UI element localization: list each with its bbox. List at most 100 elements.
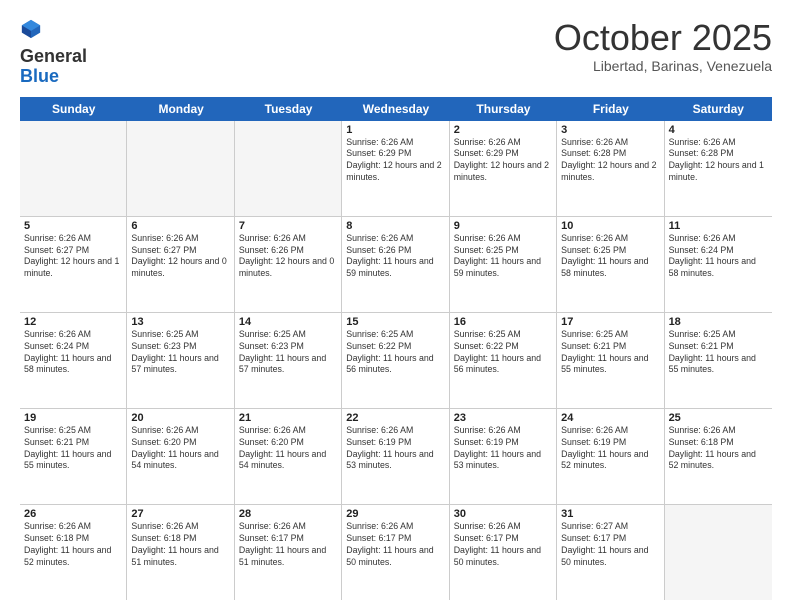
logo-text: General Blue — [20, 47, 87, 87]
cell-info: Sunrise: 6:25 AM Sunset: 6:22 PM Dayligh… — [346, 329, 444, 377]
day-number: 29 — [346, 508, 444, 520]
cell-info: Sunrise: 6:26 AM Sunset: 6:20 PM Dayligh… — [239, 425, 337, 473]
cell-info: Sunrise: 6:26 AM Sunset: 6:18 PM Dayligh… — [669, 425, 768, 473]
cell-info: Sunrise: 6:25 AM Sunset: 6:23 PM Dayligh… — [131, 329, 229, 377]
calendar-cell — [235, 121, 342, 216]
logo-blue: Blue — [20, 66, 59, 86]
cell-info: Sunrise: 6:26 AM Sunset: 6:29 PM Dayligh… — [454, 137, 552, 185]
calendar-cell — [665, 505, 772, 600]
cell-info: Sunrise: 6:26 AM Sunset: 6:19 PM Dayligh… — [346, 425, 444, 473]
cell-info: Sunrise: 6:26 AM Sunset: 6:24 PM Dayligh… — [24, 329, 122, 377]
day-header-saturday: Saturday — [665, 97, 772, 121]
calendar-cell: 4Sunrise: 6:26 AM Sunset: 6:28 PM Daylig… — [665, 121, 772, 216]
calendar-body: 1Sunrise: 6:26 AM Sunset: 6:29 PM Daylig… — [20, 121, 772, 600]
calendar-cell: 26Sunrise: 6:26 AM Sunset: 6:18 PM Dayli… — [20, 505, 127, 600]
calendar-cell: 20Sunrise: 6:26 AM Sunset: 6:20 PM Dayli… — [127, 409, 234, 504]
calendar-cell: 23Sunrise: 6:26 AM Sunset: 6:19 PM Dayli… — [450, 409, 557, 504]
calendar-cell: 14Sunrise: 6:25 AM Sunset: 6:23 PM Dayli… — [235, 313, 342, 408]
day-number: 31 — [561, 508, 659, 520]
day-header-wednesday: Wednesday — [342, 97, 449, 121]
day-header-monday: Monday — [127, 97, 234, 121]
calendar-cell: 28Sunrise: 6:26 AM Sunset: 6:17 PM Dayli… — [235, 505, 342, 600]
logo-general: General — [20, 46, 87, 66]
cell-info: Sunrise: 6:26 AM Sunset: 6:17 PM Dayligh… — [239, 521, 337, 569]
cell-info: Sunrise: 6:26 AM Sunset: 6:28 PM Dayligh… — [669, 137, 768, 185]
cell-info: Sunrise: 6:26 AM Sunset: 6:17 PM Dayligh… — [454, 521, 552, 569]
calendar-cell: 31Sunrise: 6:27 AM Sunset: 6:17 PM Dayli… — [557, 505, 664, 600]
general-blue-icon — [20, 18, 42, 40]
calendar-cell: 17Sunrise: 6:25 AM Sunset: 6:21 PM Dayli… — [557, 313, 664, 408]
calendar-cell: 29Sunrise: 6:26 AM Sunset: 6:17 PM Dayli… — [342, 505, 449, 600]
calendar-cell: 18Sunrise: 6:25 AM Sunset: 6:21 PM Dayli… — [665, 313, 772, 408]
day-header-sunday: Sunday — [20, 97, 127, 121]
cell-info: Sunrise: 6:26 AM Sunset: 6:19 PM Dayligh… — [454, 425, 552, 473]
calendar-cell: 7Sunrise: 6:26 AM Sunset: 6:26 PM Daylig… — [235, 217, 342, 312]
cell-info: Sunrise: 6:26 AM Sunset: 6:25 PM Dayligh… — [454, 233, 552, 281]
day-number: 6 — [131, 220, 229, 232]
cell-info: Sunrise: 6:26 AM Sunset: 6:24 PM Dayligh… — [669, 233, 768, 281]
cell-info: Sunrise: 6:26 AM Sunset: 6:20 PM Dayligh… — [131, 425, 229, 473]
calendar-cell: 10Sunrise: 6:26 AM Sunset: 6:25 PM Dayli… — [557, 217, 664, 312]
day-number: 25 — [669, 412, 768, 424]
cell-info: Sunrise: 6:26 AM Sunset: 6:26 PM Dayligh… — [346, 233, 444, 281]
calendar-cell: 3Sunrise: 6:26 AM Sunset: 6:28 PM Daylig… — [557, 121, 664, 216]
cell-info: Sunrise: 6:26 AM Sunset: 6:19 PM Dayligh… — [561, 425, 659, 473]
calendar-cell: 8Sunrise: 6:26 AM Sunset: 6:26 PM Daylig… — [342, 217, 449, 312]
calendar-row-0: 1Sunrise: 6:26 AM Sunset: 6:29 PM Daylig… — [20, 121, 772, 217]
calendar-cell — [127, 121, 234, 216]
day-number: 12 — [24, 316, 122, 328]
calendar-cell: 11Sunrise: 6:26 AM Sunset: 6:24 PM Dayli… — [665, 217, 772, 312]
calendar-cell: 30Sunrise: 6:26 AM Sunset: 6:17 PM Dayli… — [450, 505, 557, 600]
calendar-row-1: 5Sunrise: 6:26 AM Sunset: 6:27 PM Daylig… — [20, 217, 772, 313]
day-number: 15 — [346, 316, 444, 328]
calendar-cell: 27Sunrise: 6:26 AM Sunset: 6:18 PM Dayli… — [127, 505, 234, 600]
cell-info: Sunrise: 6:26 AM Sunset: 6:18 PM Dayligh… — [24, 521, 122, 569]
cell-info: Sunrise: 6:26 AM Sunset: 6:29 PM Dayligh… — [346, 137, 444, 185]
calendar-header: SundayMondayTuesdayWednesdayThursdayFrid… — [20, 97, 772, 121]
calendar-cell: 25Sunrise: 6:26 AM Sunset: 6:18 PM Dayli… — [665, 409, 772, 504]
calendar-cell: 22Sunrise: 6:26 AM Sunset: 6:19 PM Dayli… — [342, 409, 449, 504]
header: General Blue October 2025 Libertad, Bari… — [20, 18, 772, 87]
calendar-cell: 21Sunrise: 6:26 AM Sunset: 6:20 PM Dayli… — [235, 409, 342, 504]
cell-info: Sunrise: 6:26 AM Sunset: 6:27 PM Dayligh… — [131, 233, 229, 281]
day-number: 7 — [239, 220, 337, 232]
day-number: 13 — [131, 316, 229, 328]
location: Libertad, Barinas, Venezuela — [554, 58, 772, 74]
day-number: 8 — [346, 220, 444, 232]
cell-info: Sunrise: 6:25 AM Sunset: 6:21 PM Dayligh… — [669, 329, 768, 377]
logo: General Blue — [20, 18, 87, 87]
day-number: 19 — [24, 412, 122, 424]
calendar-cell: 2Sunrise: 6:26 AM Sunset: 6:29 PM Daylig… — [450, 121, 557, 216]
day-number: 30 — [454, 508, 552, 520]
cell-info: Sunrise: 6:26 AM Sunset: 6:25 PM Dayligh… — [561, 233, 659, 281]
day-number: 27 — [131, 508, 229, 520]
day-header-thursday: Thursday — [450, 97, 557, 121]
calendar-cell: 1Sunrise: 6:26 AM Sunset: 6:29 PM Daylig… — [342, 121, 449, 216]
day-number: 3 — [561, 124, 659, 136]
cell-info: Sunrise: 6:26 AM Sunset: 6:17 PM Dayligh… — [346, 521, 444, 569]
calendar-cell: 24Sunrise: 6:26 AM Sunset: 6:19 PM Dayli… — [557, 409, 664, 504]
cell-info: Sunrise: 6:25 AM Sunset: 6:23 PM Dayligh… — [239, 329, 337, 377]
day-number: 11 — [669, 220, 768, 232]
calendar-cell: 15Sunrise: 6:25 AM Sunset: 6:22 PM Dayli… — [342, 313, 449, 408]
day-number: 23 — [454, 412, 552, 424]
title-block: October 2025 Libertad, Barinas, Venezuel… — [554, 18, 772, 74]
day-number: 10 — [561, 220, 659, 232]
day-number: 24 — [561, 412, 659, 424]
day-number: 17 — [561, 316, 659, 328]
day-number: 20 — [131, 412, 229, 424]
calendar-cell: 13Sunrise: 6:25 AM Sunset: 6:23 PM Dayli… — [127, 313, 234, 408]
cell-info: Sunrise: 6:26 AM Sunset: 6:27 PM Dayligh… — [24, 233, 122, 281]
cell-info: Sunrise: 6:26 AM Sunset: 6:26 PM Dayligh… — [239, 233, 337, 281]
calendar-cell: 9Sunrise: 6:26 AM Sunset: 6:25 PM Daylig… — [450, 217, 557, 312]
day-number: 5 — [24, 220, 122, 232]
day-number: 14 — [239, 316, 337, 328]
calendar-cell: 16Sunrise: 6:25 AM Sunset: 6:22 PM Dayli… — [450, 313, 557, 408]
calendar: SundayMondayTuesdayWednesdayThursdayFrid… — [20, 97, 772, 600]
cell-info: Sunrise: 6:27 AM Sunset: 6:17 PM Dayligh… — [561, 521, 659, 569]
calendar-row-2: 12Sunrise: 6:26 AM Sunset: 6:24 PM Dayli… — [20, 313, 772, 409]
calendar-cell: 5Sunrise: 6:26 AM Sunset: 6:27 PM Daylig… — [20, 217, 127, 312]
calendar-cell — [20, 121, 127, 216]
day-number: 21 — [239, 412, 337, 424]
cell-info: Sunrise: 6:26 AM Sunset: 6:28 PM Dayligh… — [561, 137, 659, 185]
